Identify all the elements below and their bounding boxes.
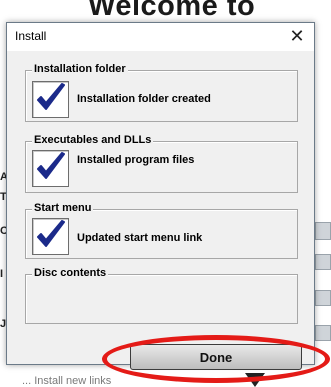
start-menu-checkbox [32,218,69,255]
group-disc-contents: Disc contents [25,267,298,324]
installation-folder-checkbox [32,81,69,118]
background-field [315,254,331,270]
group-executables-dlls: Executables and DLLs Installed program f… [25,134,298,193]
close-button[interactable]: ✕ [280,23,314,51]
background-right-strip [313,0,331,387]
group-legend: Start menu [32,202,94,214]
group-status: Updated start menu link [77,232,203,244]
done-button[interactable]: Done [130,344,302,370]
group-start-menu: Start menu Updated start menu link [25,202,298,259]
executables-checkbox [32,150,69,187]
group-legend: Executables and DLLs [32,134,154,146]
checkmark-icon [37,220,65,247]
install-dialog: Install ✕ Installation folder Installati… [6,22,315,365]
background-field [315,290,331,306]
checkmark-icon [37,83,65,110]
group-legend: Installation folder [32,63,128,75]
background-heading: Welcome to [88,0,256,22]
group-status: Installation folder created [77,93,211,105]
dialog-title: Install [15,29,47,43]
dialog-titlebar: Install ✕ [7,23,314,51]
background-field [315,325,331,341]
group-status: Installed program files [77,154,195,166]
group-installation-folder: Installation folder Installation folder … [25,63,298,122]
background-field [315,222,331,240]
checkmark-icon [37,152,65,179]
background-bottom-text: ... Install new links [22,375,112,387]
arrow-down-icon [245,373,265,387]
group-legend: Disc contents [32,267,109,279]
close-icon: ✕ [289,26,305,47]
